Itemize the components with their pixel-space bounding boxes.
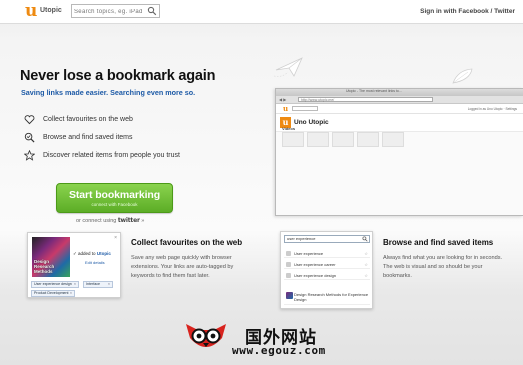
browser-address-bar: ◀ ▶ http://www.utopic.me/	[276, 96, 523, 104]
search-box	[71, 4, 160, 18]
site-name[interactable]: Utopic	[40, 7, 62, 14]
star-icon: ☆	[364, 251, 368, 256]
remove-tag-icon[interactable]: ×	[108, 282, 110, 287]
check-icon: ✓	[73, 251, 77, 256]
tag-chip[interactable]: Product Development ×	[31, 290, 75, 297]
hero-subtitle: Saving links made easier. Searching even…	[21, 88, 196, 97]
browse-section-title: Browse and find saved items	[383, 238, 494, 247]
browser-titlebar: Utopic - The most relevant links to...	[276, 89, 523, 104]
feature-collect-label: Collect favourites on the web	[43, 116, 133, 123]
mock-search-box	[292, 106, 318, 111]
search-input[interactable]	[74, 6, 146, 17]
bookmark-thumb-icon	[286, 292, 293, 299]
star-icon: ☆	[364, 262, 368, 267]
collect-section-title: Collect favourites on the web	[131, 238, 243, 247]
connect-twitter-prefix: or connect using	[76, 218, 117, 224]
mock-tile	[382, 132, 404, 147]
mock-tiles	[282, 132, 407, 152]
mock-tile	[307, 132, 329, 147]
edit-details-link[interactable]: Edit details	[85, 260, 105, 265]
mock-profile-bar: u Uno Utopic	[276, 114, 523, 132]
example-search-field: user experience	[284, 235, 370, 243]
tag-chip[interactable]: Interface ×	[83, 281, 113, 288]
signin-links: Sign in with Facebook / Twitter	[420, 8, 515, 15]
tag-label: Product Development	[34, 291, 69, 295]
search-result-bookmark[interactable]: Design Research Methods for Experience D…	[284, 289, 370, 305]
result-bookmark-title: Design Research Methods for Experience D…	[294, 292, 369, 302]
result-label: User experience	[294, 251, 324, 256]
result-label: User experience career	[294, 262, 336, 267]
remove-tag-icon[interactable]: ×	[70, 291, 72, 296]
mock-tile	[357, 132, 379, 147]
tag-icon	[286, 262, 291, 267]
watermark-url: www.egouz.com	[232, 344, 326, 357]
connect-twitter-line: or connect using twitter »	[76, 217, 144, 224]
heart-icon	[24, 115, 35, 125]
search-icon[interactable]	[147, 6, 157, 16]
signin-separator: /	[490, 8, 493, 15]
star-icon: ☆	[364, 273, 368, 278]
search-result-item[interactable]: User experience design ☆	[284, 271, 370, 280]
result-label: User experience design	[294, 273, 337, 278]
connect-twitter-link[interactable]: twitter	[118, 217, 140, 224]
paper-plane-doodle-icon	[273, 57, 303, 77]
start-bookmarking-label: Start bookmarking	[68, 189, 161, 201]
leaf-doodle-icon	[452, 68, 473, 84]
collect-section-body: Save any web page quickly with browser e…	[131, 255, 234, 279]
tag-label: Interface	[86, 282, 100, 286]
tag-icon	[286, 273, 291, 278]
connect-facebook-label: connect with Facebook	[91, 202, 138, 207]
feature-discover-label: Discover related items from people you t…	[43, 152, 180, 159]
close-icon[interactable]: ×	[114, 235, 117, 241]
added-brand: Utopic	[96, 251, 111, 256]
tag-icon	[286, 251, 291, 256]
search-result-item[interactable]: User experience career ☆	[284, 260, 370, 269]
top-header: u Utopic Sign in with Facebook / Twitter	[0, 0, 523, 24]
signin-twitter-link[interactable]: Twitter	[494, 8, 515, 15]
start-bookmarking-button[interactable]: Start bookmarking connect with Facebook	[56, 183, 173, 213]
browser-window-title: Utopic - The most relevant links to...	[346, 89, 402, 93]
example-search-query: user experience	[287, 236, 316, 241]
mock-profile-name: Uno Utopic	[294, 119, 329, 126]
signin-facebook-link[interactable]: Facebook	[458, 8, 488, 15]
magnifier-check-icon	[24, 132, 35, 143]
utopic-logo-icon[interactable]: u	[25, 3, 39, 20]
added-confirmation: ✓ added to Utopic	[73, 251, 111, 257]
mock-header-right: Logged in as Uno Utopic · Settings	[467, 107, 517, 111]
search-icon	[362, 236, 368, 242]
tag-chip[interactable]: User experience design ×	[31, 281, 79, 288]
browse-example-card: user experience User experience ☆ User e…	[280, 231, 373, 309]
added-text: added to	[78, 251, 96, 256]
connect-twitter-arrow[interactable]: »	[141, 218, 144, 224]
feature-browse-label: Browse and find saved items	[43, 134, 133, 141]
signin-prefix: Sign in with	[420, 8, 457, 15]
mock-logo-icon: u	[283, 104, 289, 113]
remove-tag-icon[interactable]: ×	[74, 282, 76, 287]
mock-tile	[332, 132, 354, 147]
thumbnail-title: Design Research Methods	[34, 259, 55, 274]
browse-section-body: Always find what you are looking for in …	[383, 255, 503, 279]
tag-label: User experience design	[34, 282, 72, 286]
star-icon	[24, 150, 35, 161]
collect-example-card: Design Research Methods × ✓ added to Uto…	[27, 232, 121, 298]
bookmark-thumbnail: Design Research Methods	[32, 237, 70, 277]
browser-nav-arrows-icon: ◀ ▶	[279, 97, 287, 102]
mock-tile	[282, 132, 304, 147]
hero-title: Never lose a bookmark again	[20, 68, 216, 84]
browser-url: http://www.utopic.me/	[298, 97, 433, 102]
mock-section-title: Videos	[282, 126, 296, 131]
mock-site-header: u Logged in as Uno Utopic · Settings	[276, 104, 523, 114]
search-result-item[interactable]: User experience ☆	[284, 249, 370, 258]
owl-logo-icon	[186, 324, 226, 347]
browser-screenshot-mockup: Utopic - The most relevant links to... ◀…	[275, 88, 523, 216]
